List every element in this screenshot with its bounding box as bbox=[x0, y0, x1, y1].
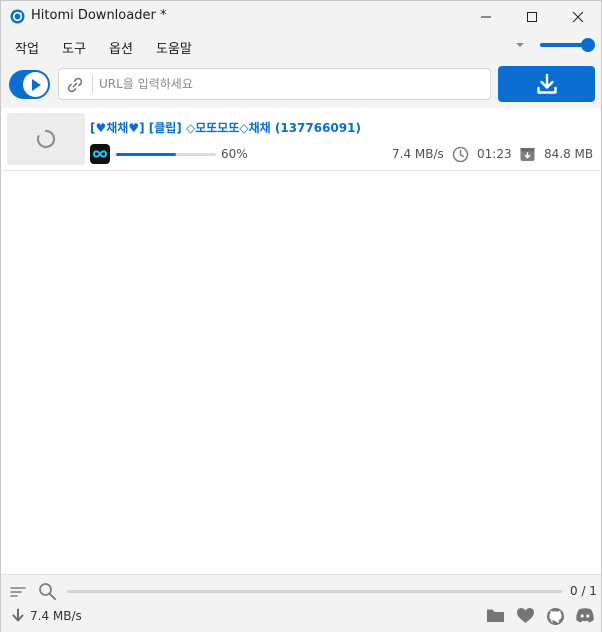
menu-item-help[interactable]: 도움말 bbox=[156, 38, 192, 57]
maximize-button[interactable] bbox=[509, 1, 555, 32]
task-elapsed-time: 01:23 bbox=[477, 147, 512, 161]
play-icon bbox=[31, 78, 41, 91]
archive-icon bbox=[520, 148, 535, 161]
infinity-icon bbox=[92, 150, 108, 158]
filter-icon[interactable] bbox=[10, 585, 26, 599]
url-divider bbox=[92, 74, 93, 94]
search-icon[interactable] bbox=[38, 582, 57, 601]
task-size: 84.8 MB bbox=[544, 147, 594, 161]
app-logo-icon bbox=[10, 9, 25, 24]
url-input[interactable] bbox=[99, 71, 479, 97]
menu-item-options[interactable]: 옵션 bbox=[109, 38, 133, 57]
maximize-icon bbox=[527, 11, 537, 22]
close-icon bbox=[572, 11, 584, 22]
task-thumbnail bbox=[7, 113, 85, 165]
zoom-slider-track[interactable] bbox=[540, 43, 587, 47]
app-window: Hitomi Downloader * 작업 도구 옵션 도움말 URL을 입력… bbox=[0, 0, 602, 632]
github-icon[interactable] bbox=[546, 607, 565, 626]
menu-item-tools[interactable]: 도구 bbox=[62, 38, 86, 57]
link-icon bbox=[67, 77, 83, 93]
menu-bar bbox=[1, 32, 601, 60]
folder-icon[interactable] bbox=[486, 607, 505, 624]
task-progress-fill bbox=[116, 153, 176, 156]
download-button[interactable] bbox=[498, 66, 595, 102]
menu-item-task[interactable]: 작업 bbox=[15, 38, 39, 57]
task-title[interactable]: [♥채채♥] [클립] ◇모또모또◇채채 (137766091) bbox=[90, 119, 361, 136]
chevron-down-icon[interactable] bbox=[514, 41, 526, 49]
minimize-button[interactable] bbox=[463, 1, 509, 32]
play-toggle-knob[interactable] bbox=[23, 72, 48, 97]
heart-icon[interactable] bbox=[516, 607, 535, 624]
window-title: Hitomi Downloader * bbox=[31, 8, 167, 23]
status-bar bbox=[1, 574, 601, 632]
list-scroll-track[interactable] bbox=[67, 590, 562, 593]
clock-icon bbox=[452, 146, 469, 163]
discord-icon[interactable] bbox=[575, 607, 595, 624]
site-logo-icon bbox=[90, 144, 110, 164]
minimize-icon bbox=[481, 16, 491, 17]
task-speed: 7.4 MB/s bbox=[392, 147, 444, 161]
close-button[interactable] bbox=[555, 1, 601, 32]
download-icon bbox=[536, 73, 557, 94]
task-count: 0 / 1 bbox=[570, 584, 597, 598]
zoom-slider-thumb[interactable] bbox=[581, 38, 595, 52]
total-speed: 7.4 MB/s bbox=[30, 609, 82, 623]
task-progress-label: 60% bbox=[221, 147, 248, 161]
download-speed-icon bbox=[12, 608, 24, 622]
task-progress-bar bbox=[116, 153, 216, 156]
loading-spinner-icon bbox=[36, 129, 56, 149]
